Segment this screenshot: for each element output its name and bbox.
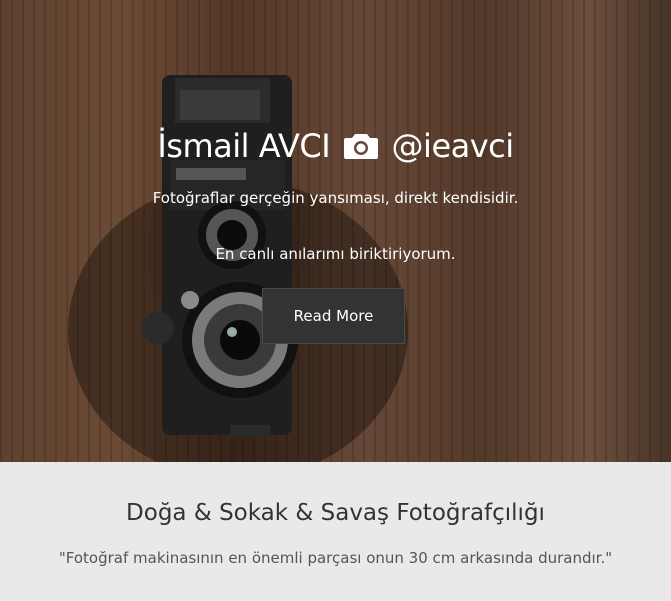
read-more-button[interactable]: Read More [262, 288, 405, 344]
hero-title: İsmail AVCI @ieavci [0, 124, 671, 171]
hero-title-handle: @ieavci [391, 127, 515, 165]
hero-banner: İsmail AVCI @ieavci Fotoğraflar gerçeğin… [0, 0, 671, 462]
vintage-camera-image [68, 75, 408, 462]
camera-icon [343, 127, 378, 171]
section-title: Doğa & Sokak & Savaş Fotoğrafçılığı [126, 500, 545, 526]
hero-tagline: Fotoğraflar gerçeğin yansıması, direkt k… [152, 189, 519, 207]
hero-subtagline: En canlı anılarımı biriktiriyorum. [215, 245, 456, 263]
hero-title-name: İsmail AVCI [157, 127, 331, 165]
intro-section: Doğa & Sokak & Savaş Fotoğrafçılığı "Fot… [0, 462, 671, 601]
section-quote: "Fotoğraf makinasının en önemli parçası … [58, 549, 613, 567]
